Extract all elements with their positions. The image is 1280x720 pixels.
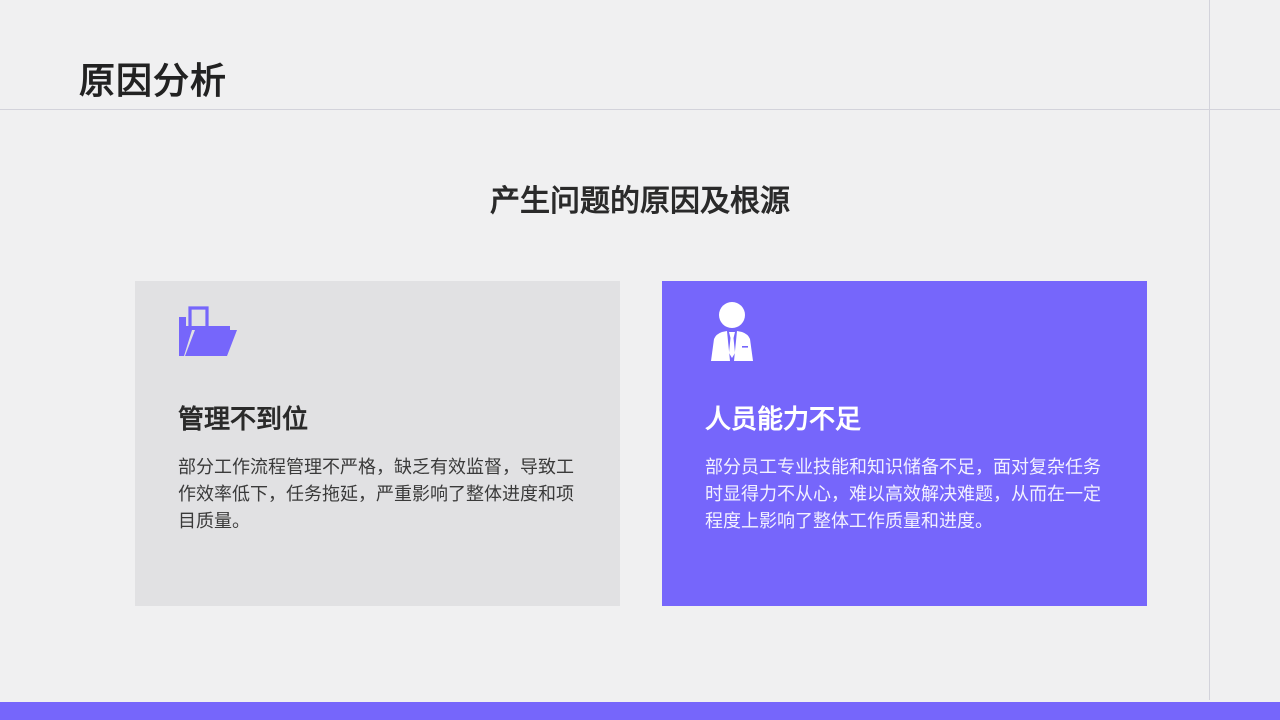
folder-icon (179, 306, 237, 356)
section-subtitle: 产生问题的原因及根源 (490, 184, 790, 219)
card-title: 管理不到位 (178, 405, 309, 435)
card-title: 人员能力不足 (705, 405, 862, 435)
bottom-accent-bar (0, 702, 1280, 720)
business-person-icon (711, 302, 753, 361)
card-management: 管理不到位 部分工作流程管理不严格，缺乏有效监督，导致工作效率低下，任务拖延，严… (135, 281, 620, 606)
card-description: 部分员工专业技能和知识储备不足，面对复杂任务时显得力不从心，难以高效解决难题，从… (705, 457, 1101, 532)
header-divider (0, 109, 1280, 110)
right-divider (1209, 0, 1210, 700)
card-description: 部分工作流程管理不严格，缺乏有效监督，导致工作效率低下，任务拖延，严重影响了整体… (178, 457, 574, 532)
page-title: 原因分析 (79, 61, 228, 102)
card-staff-ability: 人员能力不足 部分员工专业技能和知识储备不足，面对复杂任务时显得力不从心，难以高… (662, 281, 1147, 606)
